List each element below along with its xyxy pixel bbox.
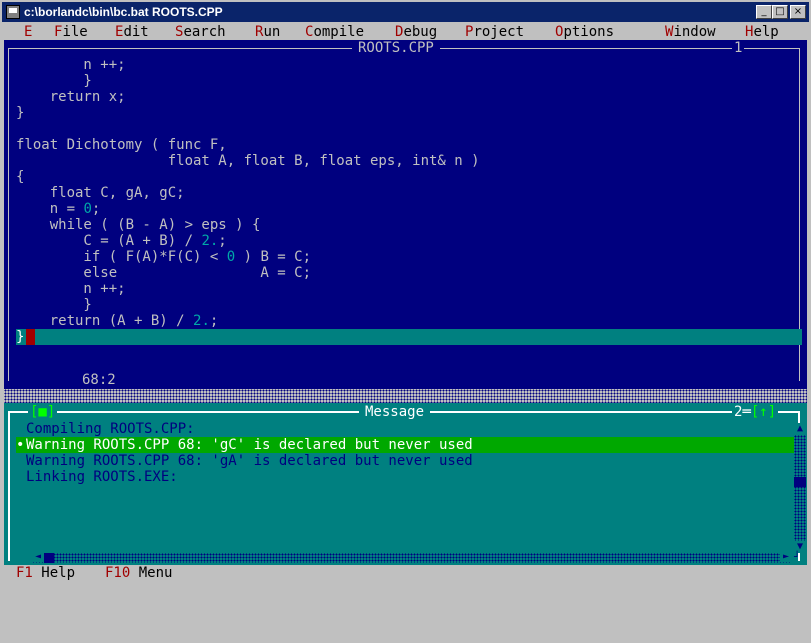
code-token: ; [209, 313, 219, 329]
code-line[interactable]: } [16, 297, 480, 313]
code-line[interactable]: return (A + B) / 2.; [16, 313, 480, 329]
maximize-button[interactable]: □ [772, 5, 788, 19]
message-text: Linking ROOTS.EXE: [26, 469, 178, 485]
code-line[interactable]: float Dichotomy ( func F, [16, 137, 480, 153]
code-token: return x; [16, 89, 126, 105]
code-token: n ++; [16, 57, 126, 73]
code-token: ; [91, 201, 101, 217]
editor-title[interactable]: ROOTS.CPP [352, 40, 440, 56]
message-line[interactable]: Linking ROOTS.EXE: [16, 469, 798, 485]
code-token: if ( F(A)*F(C) < [16, 249, 227, 265]
code-token: 0 [83, 201, 92, 217]
message-line-selected[interactable]: • Warning ROOTS.CPP 68: 'gC' is declared … [16, 437, 798, 453]
message-text: Compiling ROOTS.CPP: [26, 421, 195, 437]
menu-bar: E File Edit Search Run Compile Debug Pro… [4, 24, 807, 40]
vertical-scrollbar[interactable] [794, 423, 806, 553]
code-token: float C, gA, gC; [16, 185, 185, 201]
code-line[interactable]: } [16, 73, 480, 89]
code-line[interactable]: else A = C; [16, 265, 480, 281]
current-line-highlight [16, 329, 802, 345]
code-line[interactable]: float A, float B, float eps, int& n ) [16, 153, 480, 169]
text-cursor [26, 329, 35, 345]
minimize-button[interactable]: _ [756, 5, 772, 19]
code-token: while ( (B - A) > eps ) { [16, 217, 261, 233]
code-line[interactable]: if ( F(A)*F(C) < 0 ) B = C; [16, 249, 480, 265]
code-token: float A, float B, float eps, int& n ) [16, 153, 480, 169]
message-bullet: • [16, 437, 25, 453]
message-list: Compiling ROOTS.CPP: • Warning ROOTS.CPP 6… [16, 421, 798, 485]
menu-run[interactable]: Run [255, 24, 280, 40]
window-title-bar[interactable]: c:\borlandc\bin\bc.bat ROOTS.CPP _ □ × [0, 0, 811, 24]
code-token: ; [218, 233, 227, 249]
close-button[interactable]: × [790, 5, 806, 19]
status-help[interactable]: F1 Help [16, 565, 75, 581]
code-area[interactable]: n ++; } return x;} float Dichotomy ( func… [16, 57, 480, 329]
code-token: C = (A + B) / [16, 233, 202, 249]
code-token: 2. [201, 233, 219, 249]
code-token: } [16, 105, 25, 121]
code-token: 2. [193, 313, 210, 329]
code-token: float Dichotomy ( func F, [16, 137, 227, 153]
code-line[interactable]: n = 0; [16, 201, 480, 217]
message-text: Warning ROOTS.CPP 68: 'gA' is declared b… [26, 453, 473, 469]
menu-compile[interactable]: Compile [305, 24, 364, 40]
code-line[interactable] [16, 121, 480, 137]
code-line[interactable]: } [16, 105, 480, 121]
code-line[interactable]: return x; [16, 89, 480, 105]
status-menu[interactable]: F10 Menu [105, 565, 172, 581]
horizontal-scrollbar[interactable] [32, 553, 792, 563]
window-separator [4, 389, 807, 403]
scroll-right-arrow-icon[interactable]: ► [780, 552, 792, 562]
message-line[interactable]: Compiling ROOTS.CPP: [16, 421, 798, 437]
message-window-number[interactable]: 2═[↑] [732, 404, 779, 420]
code-token: { [16, 169, 25, 185]
code-token: else A = C; [16, 265, 312, 281]
code-token: 0 [226, 249, 236, 265]
code-line[interactable]: n ++; [16, 281, 480, 297]
code-line[interactable]: { [16, 169, 480, 185]
dos-window-icon[interactable] [6, 5, 20, 19]
code-token: return (A + B) / [16, 313, 194, 329]
menu-edit[interactable]: Edit [115, 24, 149, 40]
code-line[interactable]: n ++; [16, 57, 480, 73]
code-token: } [16, 297, 92, 313]
title-bar-background: c:\borlandc\bin\bc.bat ROOTS.CPP _ □ × [2, 2, 809, 22]
code-line[interactable]: while ( (B - A) > eps ) { [16, 217, 480, 233]
message-line[interactable]: Warning ROOTS.CPP 68: 'gA' is declared b… [16, 453, 798, 469]
menu-help[interactable]: Help [745, 24, 779, 40]
code-line[interactable]: float C, gA, gC; [16, 185, 480, 201]
vertical-scroll-thumb[interactable] [794, 477, 806, 487]
horizontal-scroll-thumb[interactable] [44, 553, 54, 563]
code-token: n ++; [16, 281, 126, 297]
menu-file[interactable]: File [54, 24, 88, 40]
message-title[interactable]: Message [359, 404, 431, 420]
scroll-up-arrow-icon[interactable]: ▲ [794, 423, 806, 435]
resize-corner-icon[interactable]: ┘ [794, 553, 806, 563]
editor-window-number: 1 [732, 40, 745, 56]
status-bar: F1 Help F10 Menu [4, 565, 807, 581]
message-text: Warning ROOTS.CPP 68: 'gC' is declared b… [26, 437, 473, 453]
message-close-box[interactable]: [■] [28, 404, 58, 420]
code-token: n = [16, 201, 84, 217]
menu-project[interactable]: Project [465, 24, 524, 40]
editor-window[interactable]: ROOTS.CPP 1 n ++; } return x;} float Dich… [4, 40, 807, 389]
menu-options[interactable]: Options [555, 24, 614, 40]
menu-debug[interactable]: Debug [395, 24, 437, 40]
menu-search[interactable]: Search [175, 24, 226, 40]
cursor-position: 68:2 [74, 372, 124, 388]
code-token: } [16, 73, 92, 89]
current-line-text: } [16, 329, 25, 345]
code-line[interactable]: C = (A + B) / 2.; [16, 233, 480, 249]
menu-window[interactable]: Window [665, 24, 716, 40]
code-token: ) B = C; [235, 249, 312, 265]
window-title: c:\borlandc\bin\bc.bat ROOTS.CPP [24, 5, 223, 19]
menu-system[interactable]: E [24, 24, 32, 40]
message-window[interactable]: [■] Message 2═[↑] Compiling ROOTS.CPP: • W… [4, 403, 807, 565]
scroll-left-arrow-icon[interactable]: ◄ [32, 552, 44, 562]
